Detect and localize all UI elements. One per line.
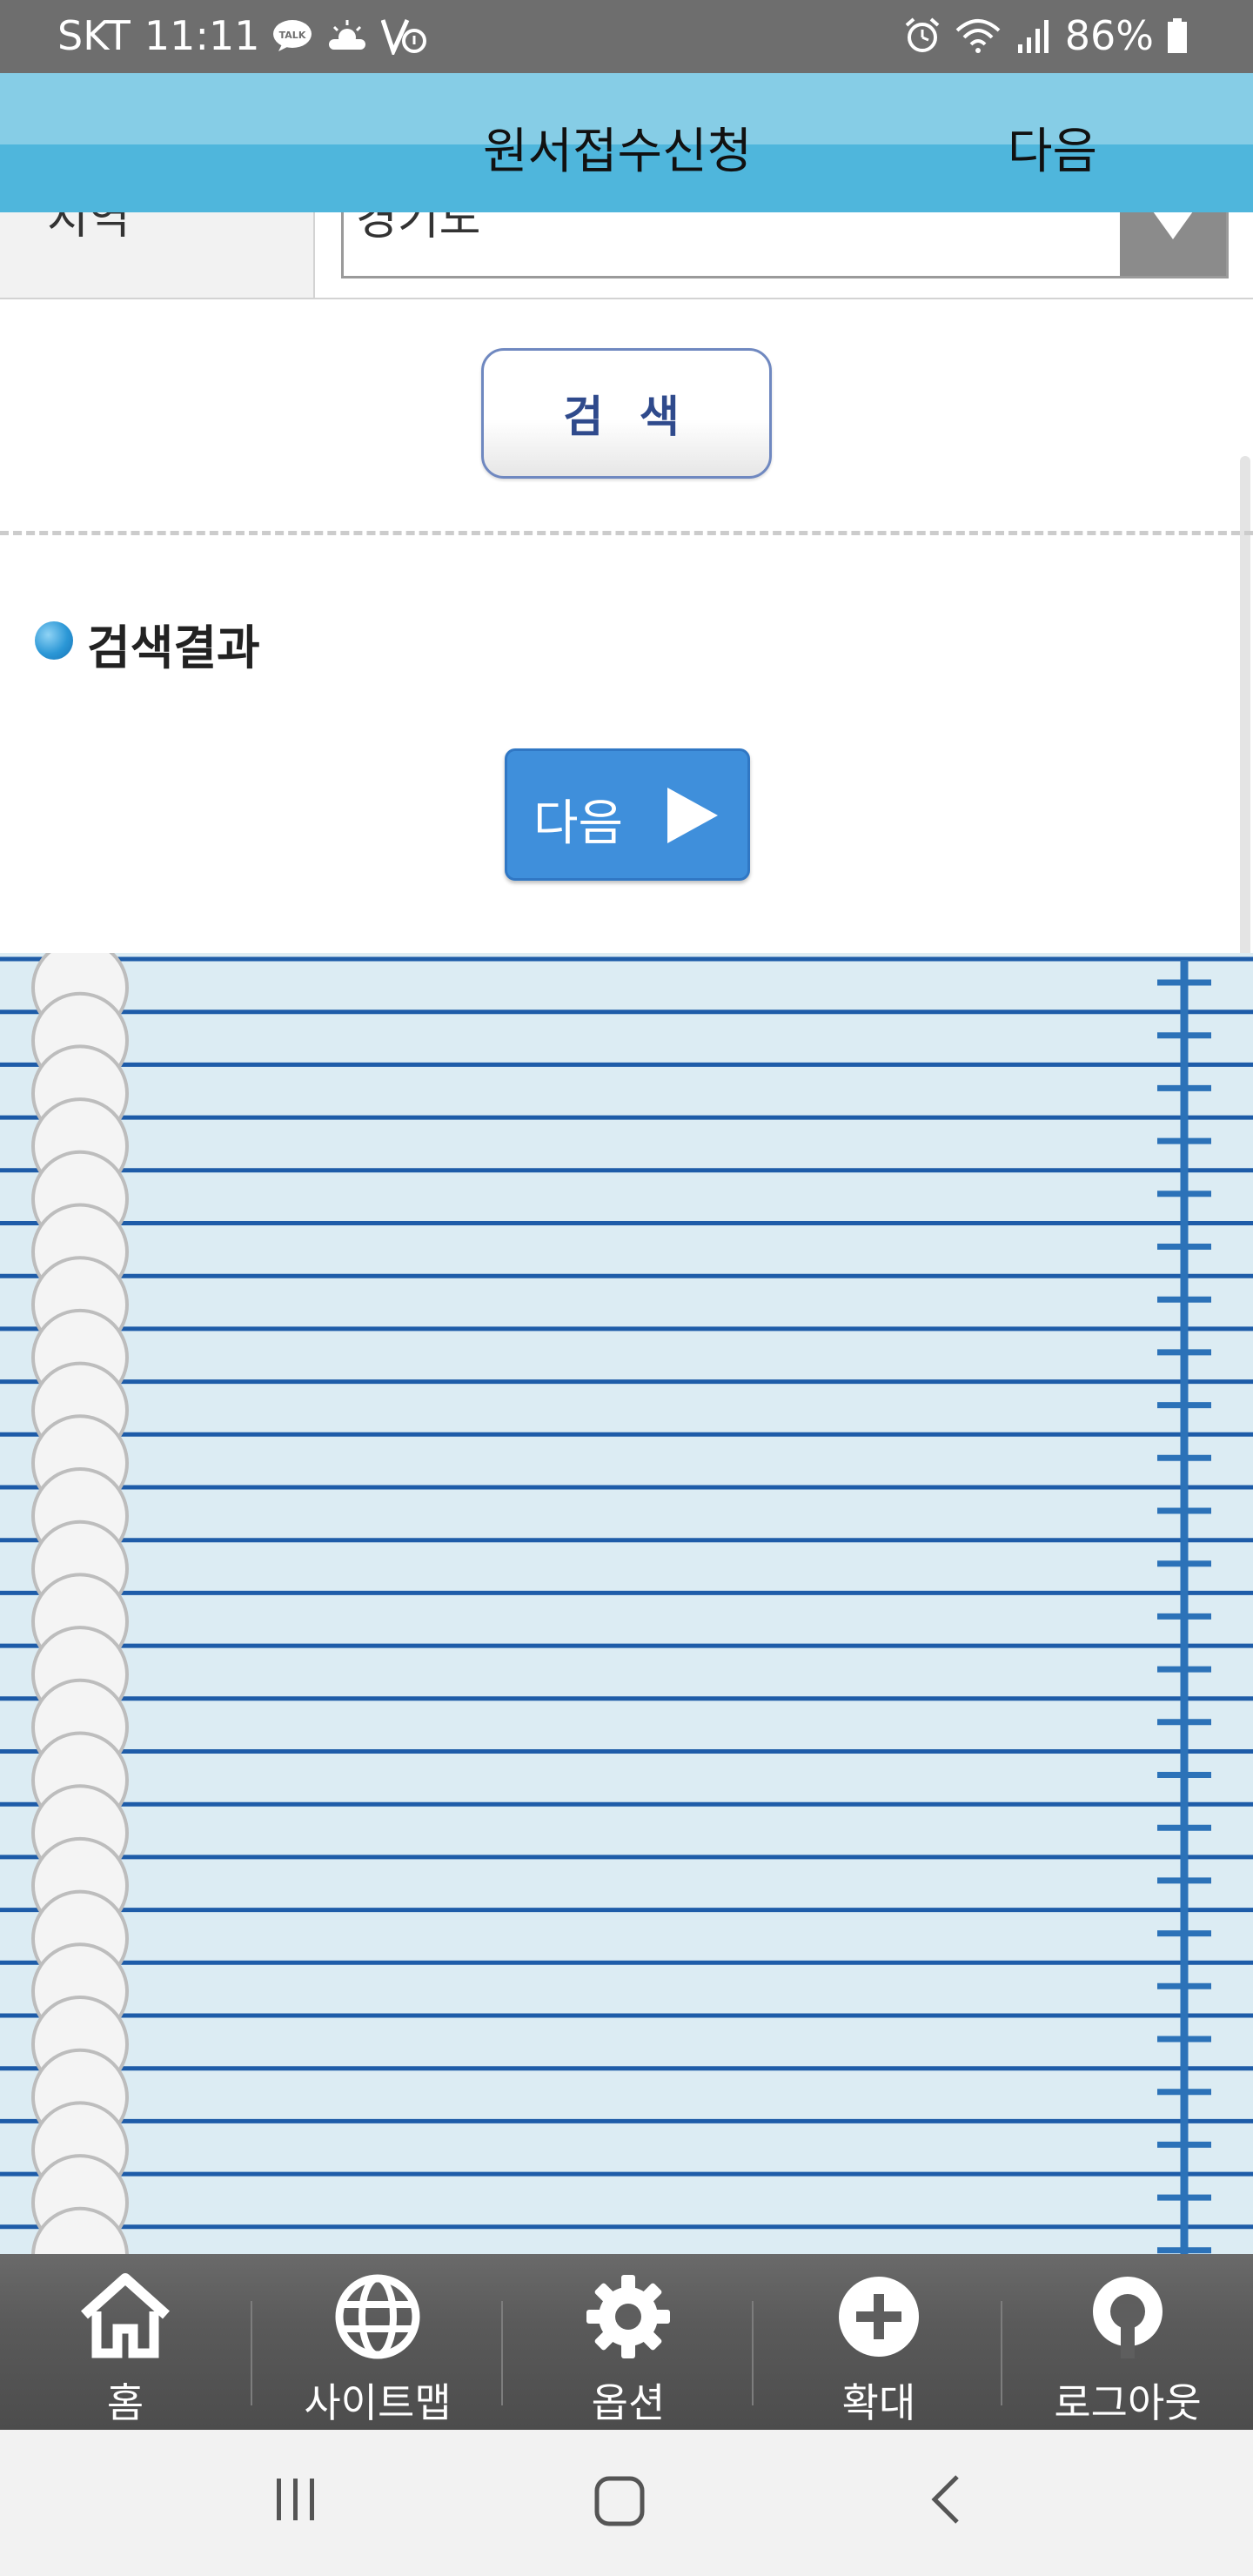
next-button[interactable]: 다음: [505, 748, 750, 881]
nav-item-zoom[interactable]: 확대: [754, 2254, 1004, 2430]
signal-icon: [1017, 20, 1049, 53]
system-nav-bar: [0, 2430, 1253, 2576]
nav-label-home: 홈: [106, 2379, 144, 2426]
notebook-lines: [0, 953, 1253, 2254]
wifi-icon: [955, 19, 1001, 53]
v-notification-icon: [381, 18, 427, 55]
nav-label-sitemap: 사이트맵: [304, 2379, 452, 2426]
home-icon: [81, 2273, 170, 2358]
carrier-label: SKT: [57, 12, 131, 59]
svg-text:TALK: TALK: [279, 30, 306, 41]
bullet-icon: [35, 621, 73, 660]
bottom-nav: 홈 사이트맵 옵션 확대 로그아웃: [0, 2254, 1253, 2430]
battery-icon: [1168, 18, 1187, 53]
page-title-overlay: 원서접수신청: [483, 124, 753, 180]
results-notebook: [0, 953, 1253, 2254]
nav-label-logout: 로그아웃: [1054, 2379, 1202, 2426]
battery-percent: 86%: [1064, 12, 1154, 59]
header-next-button-overlay[interactable]: 다음: [1008, 112, 1097, 183]
nav-item-logout[interactable]: 로그아웃: [1002, 2254, 1253, 2430]
header-overlay: 원서접수신청 다음: [0, 73, 1253, 212]
nav-label-zoom: 확대: [841, 2379, 916, 2426]
search-button[interactable]: 검 색: [481, 348, 772, 479]
gear-icon: [586, 2275, 670, 2358]
globe-icon: [335, 2274, 420, 2359]
weather-icon: [329, 20, 366, 50]
status-bar: SKT 11:11 TALK 86%: [0, 0, 1253, 73]
home-button-icon[interactable]: [592, 2473, 649, 2531]
back-icon[interactable]: [921, 2473, 973, 2526]
chevron-down-icon: [1153, 211, 1193, 239]
recent-apps-icon[interactable]: [270, 2473, 322, 2526]
nav-item-options[interactable]: 옵션: [503, 2254, 754, 2430]
play-arrow-icon: [667, 788, 718, 843]
next-button-label: 다음: [533, 795, 624, 852]
clock: 11:11: [144, 12, 260, 59]
plus-circle-icon: [839, 2277, 919, 2357]
results-title: 검색결과: [87, 621, 260, 675]
nav-item-sitemap[interactable]: 사이트맵: [252, 2254, 503, 2430]
logout-icon: [1093, 2277, 1163, 2358]
alarm-icon: [905, 17, 940, 52]
region-row: 지역 경기도: [0, 192, 1253, 299]
dashed-divider: [0, 531, 1253, 535]
nav-label-options: 옵션: [591, 2379, 666, 2426]
nav-item-home[interactable]: 홈: [0, 2254, 251, 2430]
kakaotalk-icon: TALK: [273, 20, 312, 51]
region-label-cell: 지역: [0, 192, 315, 298]
